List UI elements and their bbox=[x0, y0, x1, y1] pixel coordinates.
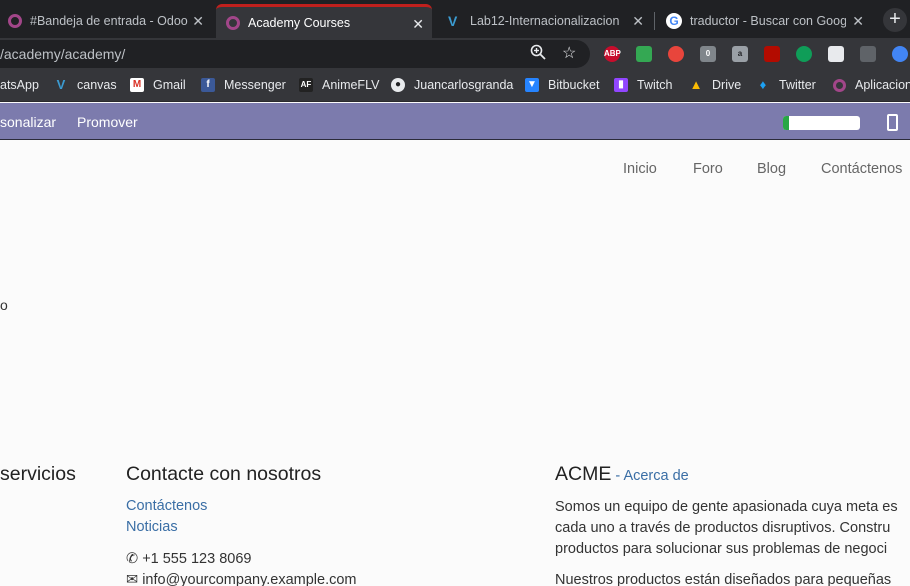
footer-services-heading: servicios bbox=[0, 463, 76, 485]
close-icon[interactable]: ✕ bbox=[632, 13, 644, 30]
bookmark-label: canvas bbox=[77, 78, 117, 92]
promote-menu[interactable]: Promover bbox=[77, 114, 138, 130]
tab-traductor[interactable]: G traductor - Buscar con Google ✕ bbox=[656, 4, 872, 38]
shield-icon[interactable] bbox=[636, 46, 652, 62]
odoo-admin-bar: sonalizar Promover bbox=[0, 103, 910, 140]
bookmark-label: Aplicacion bbox=[855, 78, 910, 92]
puzzle-icon[interactable]: 0 bbox=[700, 46, 716, 62]
about-line: Somos un equipo de gente apasionada cuya… bbox=[555, 499, 898, 515]
tab-lab12[interactable]: V Lab12-Internacionalizacion y ✕ bbox=[436, 4, 652, 38]
chat-icon[interactable] bbox=[796, 46, 812, 62]
about-link[interactable]: Acerca de bbox=[623, 468, 688, 484]
bookmark-label: atsApp bbox=[0, 78, 39, 92]
pdf-icon[interactable] bbox=[764, 46, 780, 62]
bookmark-label: Twitter bbox=[779, 78, 816, 92]
google-icon: G bbox=[666, 13, 682, 29]
twitch-icon: ▮ bbox=[614, 78, 628, 92]
drive-icon: ▲ bbox=[689, 77, 703, 92]
bag-icon[interactable]: a bbox=[732, 46, 748, 62]
bookmark-label: Gmail bbox=[153, 78, 186, 92]
adblock-icon[interactable]: ABP bbox=[604, 46, 621, 62]
url-text[interactable]: /academy/academy/ bbox=[0, 46, 125, 62]
animeflv-icon: AF bbox=[299, 78, 313, 92]
page-content-text: o bbox=[0, 297, 8, 313]
twitter-icon: ♦ bbox=[759, 77, 767, 92]
bookmark-label: Juancarlosgranda bbox=[414, 78, 514, 92]
bookmark-whatsapp[interactable]: atsApp bbox=[0, 78, 39, 92]
bookmark-label: Drive bbox=[712, 78, 742, 92]
bookmark-star-icon[interactable]: ☆ bbox=[562, 43, 576, 63]
phone-number: +1 555 123 8069 bbox=[142, 551, 252, 567]
odoo-icon bbox=[226, 15, 240, 30]
nav-inicio[interactable]: Inicio bbox=[623, 161, 657, 177]
email-address[interactable]: info@yourcompany.example.com bbox=[142, 572, 356, 586]
tab-title: Academy Courses bbox=[248, 15, 351, 30]
tab-academy-courses[interactable]: Academy Courses ✕ bbox=[216, 4, 432, 38]
footer-email: ✉ info@yourcompany.example.com bbox=[126, 572, 357, 586]
bookmark-label: Twitch bbox=[637, 78, 673, 92]
nav-contactenos[interactable]: Contáctenos bbox=[821, 161, 902, 177]
mobile-preview-icon[interactable] bbox=[887, 114, 898, 131]
company-name: ACME bbox=[555, 463, 612, 485]
github-icon: ● bbox=[391, 78, 405, 92]
about-paragraph: Somos un equipo de gente apasionada cuya… bbox=[555, 497, 898, 560]
tab-divider bbox=[654, 12, 655, 30]
bookmark-gmail[interactable]: M Gmail bbox=[130, 78, 186, 92]
about-paragraph-2: Nuestros productos están diseñados para … bbox=[555, 572, 892, 586]
about-line: productos para solucionar sus problemas … bbox=[555, 541, 888, 557]
globe-icon[interactable] bbox=[892, 46, 908, 62]
browser-toolbar: /academy/academy/ ☆ ABP 0 a bbox=[0, 38, 910, 70]
bookmark-bitbucket[interactable]: ▼ Bitbucket bbox=[525, 78, 599, 92]
close-icon[interactable]: ✕ bbox=[852, 13, 864, 30]
bookmark-label: Messenger bbox=[224, 78, 286, 92]
envelope-icon: ✉ bbox=[126, 572, 139, 586]
canvas-icon: V bbox=[56, 77, 66, 92]
bookmarks-bar: atsApp Vcanvas M Gmail f Messenger AF Anime… bbox=[0, 70, 910, 102]
bookmark-messenger[interactable]: f Messenger bbox=[201, 78, 286, 92]
bookmark-twitter[interactable]: ♦ Twitter bbox=[756, 77, 816, 93]
gmail-icon: M bbox=[130, 78, 144, 92]
phone-icon: ✆ bbox=[126, 551, 139, 567]
bookmark-canvas[interactable]: Vcanvas bbox=[54, 77, 117, 93]
tab-title: #Bandeja de entrada - Odoo bbox=[30, 14, 188, 28]
cube-icon[interactable] bbox=[828, 46, 844, 62]
flag-icon[interactable] bbox=[860, 46, 876, 62]
tab-title: traductor - Buscar con Google bbox=[690, 14, 846, 28]
nav-foro[interactable]: Foro bbox=[693, 161, 723, 177]
bookmark-label: AnimeFLV bbox=[322, 78, 380, 92]
footer-link-contactenos[interactable]: Contáctenos bbox=[126, 498, 207, 514]
bookmark-label: Bitbucket bbox=[548, 78, 600, 92]
about-separator: - bbox=[611, 468, 624, 484]
tab-title: Lab12-Internacionalizacion y bbox=[470, 14, 620, 28]
footer-about-heading: ACME - Acerca de bbox=[555, 463, 689, 486]
new-tab-button[interactable]: + bbox=[883, 8, 907, 32]
progress-bar bbox=[783, 116, 860, 130]
bookmark-drive[interactable]: ▲ Drive bbox=[689, 77, 742, 93]
zoom-icon[interactable] bbox=[530, 44, 546, 64]
about-line: cada uno a través de productos disruptiv… bbox=[555, 520, 891, 536]
browser-tab-strip: #Bandeja de entrada - Odoo ✕ Academy Cou… bbox=[0, 0, 910, 38]
bookmark-github[interactable]: ● Juancarlosgranda bbox=[391, 78, 513, 92]
stop-icon[interactable] bbox=[668, 46, 684, 62]
footer-link-noticias[interactable]: Noticias bbox=[126, 519, 178, 535]
odoo-icon bbox=[833, 78, 846, 92]
close-icon[interactable]: ✕ bbox=[412, 16, 424, 33]
progress-fill bbox=[783, 116, 790, 130]
canvas-icon: V bbox=[448, 13, 458, 29]
bitbucket-icon: ▼ bbox=[525, 78, 539, 92]
tab-inbox[interactable]: #Bandeja de entrada - Odoo ✕ bbox=[0, 4, 212, 38]
bookmark-animeflv[interactable]: AF AnimeFLV bbox=[299, 78, 379, 92]
facebook-icon: f bbox=[201, 78, 215, 92]
bookmark-twitch[interactable]: ▮ Twitch bbox=[614, 78, 672, 92]
close-icon[interactable]: ✕ bbox=[192, 13, 204, 30]
address-bar[interactable]: /academy/academy/ ☆ bbox=[0, 40, 590, 68]
footer-phone: ✆ +1 555 123 8069 bbox=[126, 551, 251, 567]
nav-blog[interactable]: Blog bbox=[757, 161, 786, 177]
footer-contact-heading: Contacte con nosotros bbox=[126, 463, 322, 485]
customize-menu[interactable]: sonalizar bbox=[0, 114, 56, 130]
bookmark-aplicaciones[interactable]: Aplicacion bbox=[833, 78, 910, 92]
odoo-icon bbox=[8, 14, 22, 28]
